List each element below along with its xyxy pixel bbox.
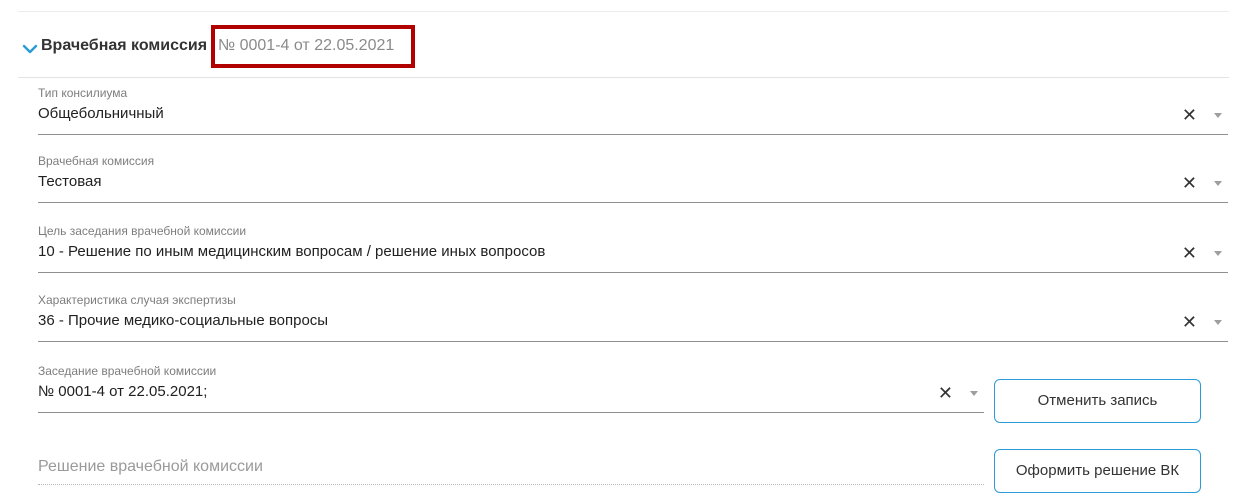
clear-icon[interactable]: ✕	[1182, 106, 1197, 124]
case-characteristic-field[interactable]: Характеристика случая экспертизы 36 - Пр…	[38, 293, 1228, 342]
commission-meeting-field[interactable]: Заседание врачебной комиссии № 0001-4 от…	[38, 364, 984, 413]
field-value: 10 - Решение по иным медицинским вопроса…	[38, 243, 546, 260]
caret-down-icon[interactable]	[1214, 181, 1222, 186]
field-value: Общебольничный	[38, 105, 164, 122]
field-value: № 0001-4 от 22.05.2021;	[38, 383, 208, 400]
meeting-purpose-field[interactable]: Цель заседания врачебной комиссии 10 - Р…	[38, 224, 1228, 273]
chevron-down-icon[interactable]	[22, 41, 38, 57]
clear-icon[interactable]: ✕	[938, 384, 953, 402]
section-title: Врачебная комиссия	[41, 37, 208, 54]
clear-icon[interactable]: ✕	[1182, 174, 1197, 192]
field-label: Врачебная комиссия	[38, 154, 155, 168]
field-value: Тестовая	[38, 173, 102, 190]
caret-down-icon[interactable]	[970, 391, 978, 396]
section-header-medical-commission[interactable]: Врачебная комиссия № 0001-4 от 22.05.202…	[0, 20, 1243, 76]
top-divider	[18, 11, 1229, 12]
consilium-type-field[interactable]: Тип консилиума Общебольничный ✕	[38, 86, 1228, 135]
commission-decision-placeholder: Решение врачебной комиссии	[38, 458, 263, 475]
caret-down-icon[interactable]	[1214, 320, 1222, 325]
make-decision-button[interactable]: Оформить решение ВК	[994, 449, 1201, 493]
field-label: Тип консилиума	[38, 86, 128, 100]
medical-commission-field[interactable]: Врачебная комиссия Тестовая ✕	[38, 154, 1228, 203]
clear-icon[interactable]: ✕	[1182, 244, 1197, 262]
cancel-record-button[interactable]: Отменить запись	[994, 379, 1201, 423]
caret-down-icon[interactable]	[1214, 251, 1222, 256]
commission-decision-field[interactable]	[38, 484, 984, 485]
field-label: Цель заседания врачебной комиссии	[38, 224, 247, 238]
highlight-box	[211, 25, 415, 68]
field-label: Характеристика случая экспертизы	[38, 293, 236, 307]
header-divider	[18, 77, 1229, 78]
field-value: 36 - Прочие медико-социальные вопросы	[38, 312, 329, 329]
caret-down-icon[interactable]	[1214, 113, 1222, 118]
clear-icon[interactable]: ✕	[1182, 313, 1197, 331]
field-label: Заседание врачебной комиссии	[38, 364, 217, 378]
